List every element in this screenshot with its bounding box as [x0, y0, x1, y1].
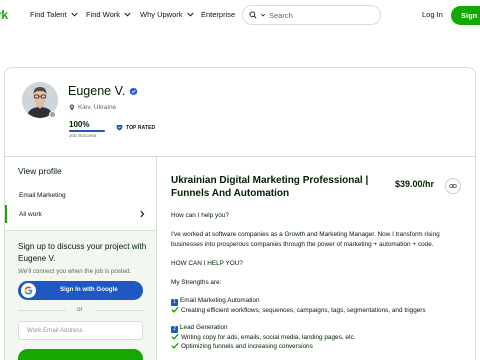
nav-enterprise[interactable]: Enterprise [201, 10, 235, 19]
nav-find-work-label: Find Work [86, 10, 121, 19]
view-profile-heading: View profile [18, 166, 62, 176]
location-text: Kiev, Ukraine [78, 104, 117, 111]
search-icon [249, 11, 257, 19]
number-badge: 1 [171, 299, 178, 306]
google-sign-in-label: Sign In with Google [60, 286, 118, 293]
login-link[interactable]: Log In [422, 10, 443, 19]
top-rated-label: TOP RATED [126, 124, 156, 131]
divider [156, 156, 157, 360]
top-rated-badge: TOP RATED [116, 124, 155, 131]
nav-why-upwork-label: Why Upwork [140, 10, 183, 19]
strength-bullet-text: Creating efficient workflows, sequences,… [181, 307, 426, 314]
status-indicator [49, 111, 56, 118]
number-badge: 2 [171, 326, 178, 333]
or-label: or [77, 306, 83, 313]
top-rated-badge-icon [116, 125, 123, 131]
strength-heading: 1 Email Marketing Automation [171, 297, 260, 306]
sidebar-item-all-work[interactable]: All work [5, 205, 156, 223]
check-icon [171, 342, 179, 349]
chevron-down-icon [71, 12, 78, 17]
strength-title: Email Marketing Automation [180, 297, 260, 304]
strength-bullet: Optimizing funnels and increasing conver… [171, 342, 313, 350]
sidebar-item-all-work-label: All work [19, 210, 42, 218]
profile-card: Eugene V. Kiev, Ukraine 100% Job Success… [4, 67, 476, 360]
description-line: How can I help you? [171, 212, 229, 219]
nav-find-work[interactable]: Find Work [86, 10, 132, 19]
description-line: HOW CAN I HELP YOU? [171, 260, 243, 267]
profile-name-text: Eugene V. [68, 84, 126, 98]
divider [95, 310, 143, 311]
search-bar[interactable] [242, 5, 381, 25]
signup-panel: Sign up to discuss your project with Eug… [5, 230, 156, 360]
upwork-logo[interactable]: rk [0, 8, 8, 22]
job-success-label: Job Success [69, 134, 97, 139]
active-indicator [5, 205, 7, 223]
job-success-bar [69, 130, 105, 132]
nav-why-upwork[interactable]: Why Upwork [140, 10, 195, 19]
job-success-fill [69, 130, 105, 132]
chevron-down-icon [186, 12, 194, 17]
strength-bullet-text: Writing copy for ads, emails, social med… [181, 334, 356, 341]
strength-bullet: Writing copy for ads, emails, social med… [171, 333, 356, 341]
strength-heading: 2 Lead Generation [171, 324, 228, 333]
chevron-down-icon[interactable] [260, 12, 266, 18]
signup-panel-subtitle: We'll connect you when the job is posted… [18, 268, 132, 275]
strength-title: Lead Generation [180, 324, 228, 331]
sidebar-item-email-marketing[interactable]: Email Marketing [19, 192, 66, 199]
email-field[interactable] [18, 321, 143, 340]
strength-bullet-text: Optimizing funnels and increasing conver… [181, 343, 313, 350]
check-icon [171, 306, 179, 313]
divider [5, 156, 475, 157]
job-success-value: 100% [69, 120, 90, 129]
search-input[interactable] [269, 10, 369, 20]
strength-bullet: Creating efficient workflows, sequences,… [171, 306, 426, 314]
job-success-score: 100% Job Success [69, 120, 105, 139]
google-sign-in-button[interactable]: Sign In with Google [18, 281, 143, 300]
verified-check-icon [129, 86, 138, 95]
chevron-right-icon [140, 210, 145, 218]
profile-name: Eugene V. [68, 84, 138, 98]
description-line: businesses into prosperous companies thr… [171, 241, 434, 248]
description-line: I've worked at software companies as a G… [171, 231, 440, 238]
share-button[interactable] [445, 178, 461, 194]
or-separator: or [18, 306, 143, 314]
continue-button[interactable] [18, 349, 143, 360]
google-icon [21, 283, 36, 298]
check-icon [171, 333, 179, 340]
divider [18, 310, 66, 311]
hourly-rate: $39.00/hr [395, 179, 435, 189]
signup-panel-title: Sign up to discuss your project with Eug… [18, 242, 147, 263]
top-navigation-bar: rk Find Talent Find Work Why Upwork Ente… [0, 0, 480, 30]
signup-button[interactable]: Sign [451, 6, 480, 25]
profile-location: Kiev, Ukraine [69, 104, 116, 111]
description-line: My Strengths are: [171, 279, 222, 286]
nav-enterprise-label: Enterprise [201, 10, 236, 19]
link-icon [449, 184, 457, 188]
location-pin-icon [69, 104, 75, 111]
nav-find-talent-label: Find Talent [30, 10, 67, 19]
profile-headline: Ukrainian Digital Marketing Professional… [171, 175, 369, 199]
nav-find-talent[interactable]: Find Talent [30, 10, 79, 19]
chevron-down-icon [124, 12, 131, 17]
